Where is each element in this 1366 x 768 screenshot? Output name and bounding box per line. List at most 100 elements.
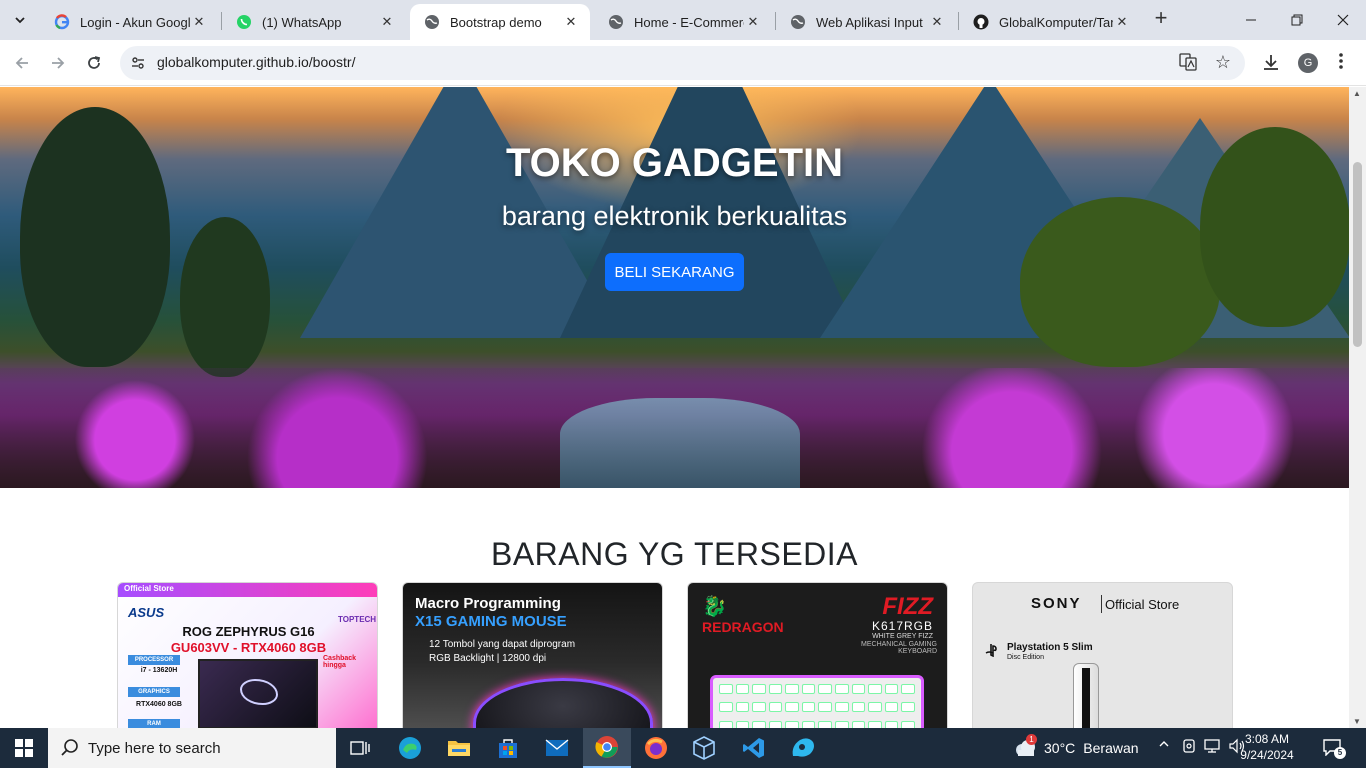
- product-edition: Disc Edition: [1007, 654, 1044, 661]
- mouse-image: [473, 678, 653, 728]
- globe-icon: [790, 14, 806, 30]
- weather-widget[interactable]: 1 30°C Berawan: [1012, 734, 1139, 760]
- github-icon: [973, 14, 989, 30]
- console-image: [1073, 663, 1099, 728]
- weather-temperature: 30°C: [1044, 740, 1076, 756]
- product-model: K617RGB: [871, 619, 933, 633]
- product-type: MECHANICAL GAMING KEYBOARD: [861, 641, 937, 655]
- tab-title: Login - Akun Google: [80, 14, 190, 30]
- close-tab-icon[interactable]: ✕: [190, 13, 208, 31]
- taskbar-firefox[interactable]: [632, 728, 680, 768]
- store-label: Official Store: [1105, 597, 1180, 612]
- bookmark-star-icon[interactable]: ☆: [1215, 52, 1231, 73]
- profile-avatar[interactable]: G: [1298, 53, 1318, 73]
- tab-title: Bootstrap demo: [450, 14, 542, 30]
- taskbar-virtualbox[interactable]: [680, 728, 728, 768]
- app-icon: [792, 738, 814, 757]
- taskbar-search[interactable]: Type here to search: [48, 728, 336, 768]
- close-tab-icon[interactable]: ✕: [562, 13, 580, 31]
- show-hidden-icons-chevron-icon[interactable]: [1158, 738, 1170, 753]
- tab-title: Web Aplikasi Input: [816, 14, 923, 30]
- tab-search-button[interactable]: [6, 6, 34, 34]
- product-model: GU603VV - RTX4060 8GB: [170, 640, 327, 655]
- close-icon: [1337, 14, 1349, 26]
- google-icon: [54, 14, 70, 30]
- globe-icon: [608, 14, 624, 30]
- store-label: TOPTECH: [338, 615, 377, 624]
- product-variant: WHITE GREY FIZZ: [872, 633, 933, 640]
- vscode-icon: [743, 738, 764, 758]
- product-feature: RGB Backlight | 12800 dpi: [429, 653, 547, 664]
- close-window-button[interactable]: [1320, 0, 1366, 40]
- tab-web-aplikasi-input[interactable]: Web Aplikasi Input ✕: [776, 4, 956, 40]
- start-button[interactable]: [0, 728, 48, 768]
- hero-title: TOKO GADGETIN: [505, 141, 844, 185]
- minimize-button[interactable]: [1228, 0, 1274, 40]
- spec-value: i7 - 13620H: [140, 667, 178, 674]
- device-icon[interactable]: [1182, 738, 1196, 757]
- buy-now-button[interactable]: BELI SEKARANG: [605, 253, 744, 291]
- product-card-keyboard[interactable]: 🐉 REDRAGON FIZZ K617RGB WHITE GREY FIZZ …: [687, 582, 948, 728]
- chevron-down-icon: [15, 17, 25, 24]
- taskbar-file-explorer[interactable]: [435, 728, 483, 768]
- forward-button[interactable]: [45, 50, 71, 76]
- network-icon[interactable]: [1203, 738, 1221, 757]
- taskbar-vscode[interactable]: [730, 728, 778, 768]
- restore-button[interactable]: [1274, 0, 1320, 40]
- windows-logo-icon: [15, 739, 33, 757]
- scroll-up-icon[interactable]: ▲: [1353, 89, 1361, 98]
- reload-button[interactable]: [81, 50, 107, 76]
- url-text[interactable]: globalkomputer.github.io/boostr/: [157, 54, 355, 70]
- back-button[interactable]: [9, 50, 35, 76]
- task-view-button[interactable]: [336, 728, 384, 768]
- store-icon: [499, 739, 517, 758]
- ribbon-label: Official Store: [124, 584, 174, 593]
- whatsapp-icon: [236, 14, 252, 30]
- tab-ecommerce[interactable]: Home - E-Commerce ✕: [594, 4, 772, 40]
- spec-tag: RAM: [128, 719, 180, 728]
- taskbar-microsoft-store[interactable]: [484, 728, 532, 768]
- close-tab-icon[interactable]: ✕: [744, 13, 762, 31]
- browser-menu-icon[interactable]: [1338, 52, 1344, 70]
- tab-title: Home - E-Commerce: [634, 14, 744, 30]
- scrollbar-thumb[interactable]: [1353, 162, 1362, 347]
- product-card-mouse[interactable]: Macro Programming X15 GAMING MOUSE 12 To…: [402, 582, 663, 728]
- page-scrollbar[interactable]: ▲ ▼: [1349, 87, 1366, 728]
- browser-toolbar: globalkomputer.github.io/boostr/ ☆ G: [0, 40, 1366, 86]
- taskbar-edge[interactable]: [386, 728, 434, 768]
- section-title: BARANG YG TERSEDIA: [490, 536, 859, 572]
- close-tab-icon[interactable]: ✕: [1113, 13, 1131, 31]
- scroll-down-icon[interactable]: ▼: [1353, 717, 1361, 726]
- taskbar-clock[interactable]: 3:08 AM 9/24/2024: [1222, 731, 1312, 763]
- taskbar-app[interactable]: [779, 728, 827, 768]
- arrow-left-icon: [15, 57, 28, 69]
- close-tab-icon[interactable]: ✕: [928, 13, 946, 31]
- tab-github[interactable]: GlobalKomputer/Tam ✕: [959, 4, 1141, 40]
- arrow-right-icon: [52, 57, 65, 69]
- tab-title: (1) WhatsApp: [262, 14, 342, 30]
- site-info-icon[interactable]: [128, 53, 148, 73]
- tab-bootstrap-demo[interactable]: Bootstrap demo ✕: [410, 4, 590, 40]
- translate-icon[interactable]: [1179, 53, 1199, 73]
- laptop-image: [198, 659, 318, 728]
- taskbar-chrome[interactable]: [583, 728, 631, 768]
- product-card-asus[interactable]: Official Store ASUS TOPTECH ROG ZEPHYRUS…: [117, 582, 378, 728]
- spec-value: RTX4060 8GB: [136, 701, 182, 708]
- product-name: X15 GAMING MOUSE: [415, 613, 567, 630]
- close-tab-icon[interactable]: ✕: [378, 13, 396, 31]
- globe-icon: [424, 14, 440, 30]
- product-card-ps5[interactable]: SONY Official Store Playstation 5 Slim D…: [972, 582, 1233, 728]
- mail-icon: [545, 739, 569, 756]
- product-name: FIZZ: [882, 593, 933, 620]
- tab-google-login[interactable]: Login - Akun Google ✕: [40, 4, 218, 40]
- hero-banner: TOKO GADGETIN barang elektronik berkuali…: [0, 87, 1349, 488]
- new-tab-button[interactable]: +: [1150, 7, 1172, 30]
- download-icon[interactable]: [1261, 52, 1283, 74]
- address-bar[interactable]: globalkomputer.github.io/boostr/ ☆: [120, 46, 1245, 80]
- minimize-icon: [1246, 19, 1256, 21]
- weather-badge: 1: [1026, 734, 1037, 745]
- taskbar-mail[interactable]: [533, 728, 581, 768]
- tab-whatsapp[interactable]: (1) WhatsApp ✕: [222, 4, 406, 40]
- notification-center-button[interactable]: 5: [1322, 738, 1346, 760]
- sony-logo: SONY: [1031, 595, 1082, 612]
